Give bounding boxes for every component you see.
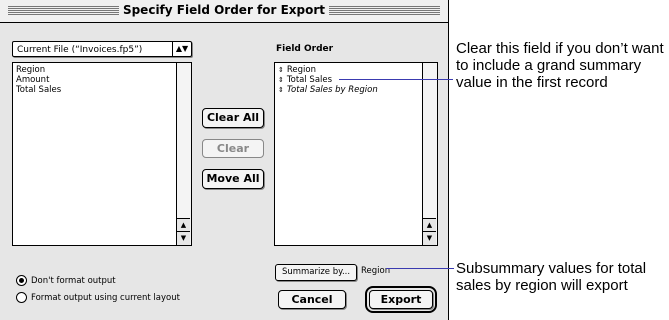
- field-order-item[interactable]: ⇕ Region: [278, 65, 378, 75]
- callout-bottom-text: Subsummary values for total sales by reg…: [456, 260, 647, 294]
- radio-selected-icon: [16, 275, 27, 286]
- clear-button[interactable]: Clear: [202, 139, 264, 158]
- list-item[interactable]: Amount: [16, 75, 61, 85]
- callout-line-bottom: [386, 268, 454, 269]
- source-list-scrollbar[interactable]: ▲ ▼: [176, 63, 191, 245]
- move-handle-icon[interactable]: ⇕: [278, 86, 284, 94]
- cancel-button[interactable]: Cancel: [278, 290, 346, 309]
- export-dialog: Specify Field Order for Export Current F…: [0, 0, 449, 320]
- callout-line-top: [339, 79, 453, 80]
- field-order-label: Field Order: [276, 44, 334, 54]
- export-button[interactable]: Export: [365, 286, 437, 313]
- clear-all-button[interactable]: Clear All: [202, 108, 264, 128]
- callout-top-text: Clear this field if you don’t want to in…: [456, 40, 664, 91]
- field-order-item[interactable]: ⇕ Total Sales: [278, 75, 378, 85]
- format-layout-radio[interactable]: Format output using current layout: [16, 292, 180, 304]
- field-order-item-label: Total Sales: [286, 75, 333, 85]
- move-all-button[interactable]: Move All: [202, 169, 264, 189]
- summarize-by-button[interactable]: Summarize by...: [275, 264, 357, 281]
- source-file-popup[interactable]: Current File (“Invoices.fp5”) ▲▼: [12, 41, 192, 57]
- field-order-scrollbar[interactable]: ▲ ▼: [422, 63, 437, 245]
- source-file-label: Current File (“Invoices.fp5”): [17, 45, 143, 55]
- scroll-down-icon[interactable]: ▼: [177, 231, 190, 245]
- field-order-list[interactable]: ⇕ Region ⇕ Total Sales ⇕ Total Sales by Reg…: [274, 62, 438, 246]
- dialog-title: Specify Field Order for Export: [0, 3, 448, 17]
- source-field-list[interactable]: Region Amount Total Sales ▲ ▼: [12, 62, 192, 246]
- radio-unselected-icon: [16, 292, 27, 303]
- title-bar[interactable]: Specify Field Order for Export: [0, 0, 448, 23]
- format-layout-label: Format output using current layout: [31, 293, 180, 303]
- popup-arrows-icon: ▲▼: [172, 42, 191, 56]
- list-item[interactable]: Region: [16, 65, 61, 75]
- move-handle-icon[interactable]: ⇕: [278, 76, 284, 84]
- dont-format-radio[interactable]: Don't format output: [16, 275, 116, 287]
- list-item[interactable]: Total Sales: [16, 85, 61, 95]
- field-order-item[interactable]: ⇕ Total Sales by Region: [278, 85, 378, 95]
- scroll-up-icon[interactable]: ▲: [177, 218, 190, 232]
- dont-format-label: Don't format output: [31, 276, 116, 286]
- scroll-down-icon[interactable]: ▼: [423, 231, 436, 245]
- field-order-item-label: Region: [286, 65, 316, 75]
- field-order-item-label: Total Sales by Region: [286, 85, 378, 95]
- move-handle-icon[interactable]: ⇕: [278, 66, 284, 74]
- scroll-up-icon[interactable]: ▲: [423, 218, 436, 232]
